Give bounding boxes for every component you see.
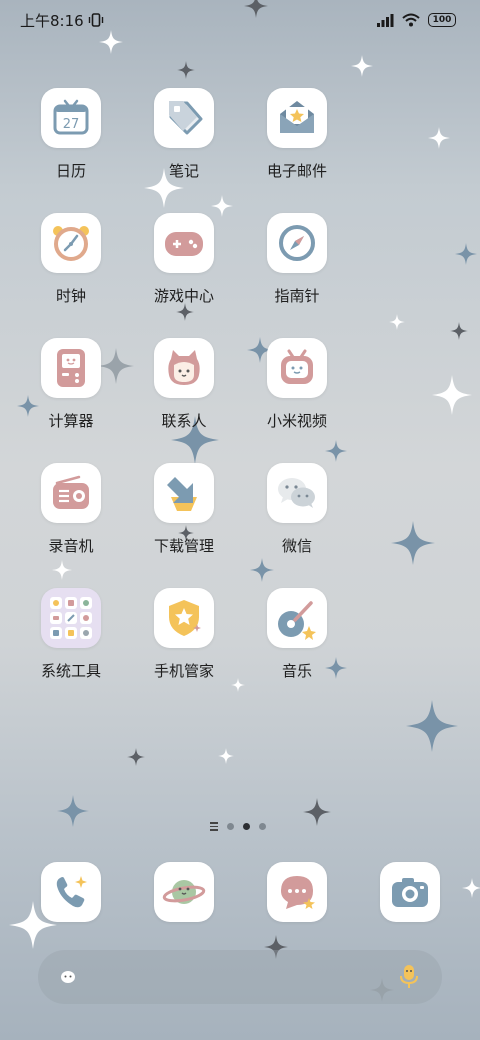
gamepad-icon: [154, 213, 214, 273]
dock-messages[interactable]: [242, 862, 352, 922]
status-bar: 上午8:16 100: [0, 0, 480, 40]
app-mi-video[interactable]: 小米视频: [242, 338, 352, 431]
page-dot: [227, 822, 234, 830]
compass-icon: [267, 213, 327, 273]
app-label: 手机管家: [153, 662, 214, 680]
dock-phone[interactable]: [16, 862, 126, 922]
app-contacts[interactable]: 联系人: [129, 338, 239, 431]
app-drawer-menu-icon[interactable]: [210, 822, 218, 831]
wechat-bubbles-icon: [267, 463, 327, 523]
app-label: 录音机: [48, 537, 94, 555]
app-compass[interactable]: 指南针: [242, 213, 352, 306]
app-folder-system-tools[interactable]: 系统工具: [16, 588, 126, 681]
planet-browser-icon: [154, 862, 214, 922]
dock-browser[interactable]: [129, 862, 239, 922]
app-label: 微信: [281, 537, 312, 555]
voice-assistant-icon[interactable]: [398, 964, 420, 990]
phone-icon: [41, 862, 101, 922]
app-label: 计算器: [48, 412, 94, 430]
battery-level: 100: [432, 15, 452, 25]
app-label: 小米视频: [266, 412, 327, 430]
dock-camera[interactable]: [355, 862, 465, 922]
app-email[interactable]: 电子邮件: [242, 88, 352, 181]
contacts-character-icon: [154, 338, 214, 398]
assistant-face-icon[interactable]: [60, 970, 76, 984]
app-label: 笔记: [168, 162, 199, 180]
app-label: 游戏中心: [153, 287, 214, 305]
app-game-center[interactable]: 游戏中心: [129, 213, 239, 306]
radio-recorder-icon: [41, 463, 101, 523]
page-indicator[interactable]: [210, 822, 266, 831]
folder-grid-icon: [41, 588, 101, 648]
app-clock[interactable]: 时钟: [16, 213, 126, 306]
app-label: 时钟: [55, 287, 86, 305]
app-label: 下载管理: [153, 537, 214, 555]
camera-icon: [380, 862, 440, 922]
tv-face-icon: [267, 338, 327, 398]
app-recorder[interactable]: 录音机: [16, 463, 126, 556]
app-music[interactable]: 音乐: [242, 588, 352, 681]
messages-bubble-icon: [267, 862, 327, 922]
vibrate-icon: [88, 13, 103, 27]
envelope-icon: [267, 88, 327, 148]
calendar-icon: 27: [41, 88, 101, 148]
guitar-icon: [267, 588, 327, 648]
page-dot: [259, 822, 266, 830]
app-label: 指南针: [274, 287, 320, 305]
wifi-icon: [402, 13, 420, 27]
notes-tag-icon: [154, 88, 214, 148]
app-calendar[interactable]: 27 日历: [16, 88, 126, 181]
shield-star-icon: [154, 588, 214, 648]
battery-indicator: 100: [428, 13, 456, 27]
search-bar[interactable]: [38, 950, 442, 1004]
app-label: 日历: [55, 162, 86, 180]
app-notes[interactable]: 笔记: [129, 88, 239, 181]
app-label: 联系人: [161, 412, 207, 430]
status-time: 上午8:16: [20, 11, 84, 30]
calculator-icon: [41, 338, 101, 398]
app-calculator[interactable]: 计算器: [16, 338, 126, 431]
app-label: 音乐: [281, 662, 312, 680]
calendar-date: 27: [63, 117, 80, 132]
download-arrow-icon: [154, 463, 214, 523]
app-label: 电子邮件: [266, 162, 327, 180]
page-dot-current: [243, 822, 250, 830]
app-wechat[interactable]: 微信: [242, 463, 352, 556]
app-security[interactable]: 手机管家: [129, 588, 239, 681]
signal-icon: [377, 13, 394, 27]
alarm-clock-icon: [41, 213, 101, 273]
app-label: 系统工具: [40, 662, 101, 680]
app-downloads[interactable]: 下载管理: [129, 463, 239, 556]
